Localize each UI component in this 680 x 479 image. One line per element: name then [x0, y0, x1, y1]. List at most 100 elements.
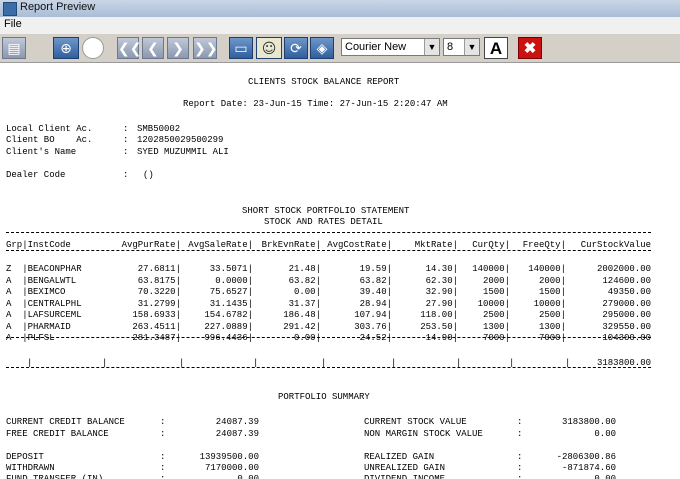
summary-label: CURRENT CREDIT BALANCE — [6, 417, 125, 427]
report-page: CLIENTS STOCK BALANCE REPORT Report Date… — [0, 63, 680, 479]
export-icon[interactable]: ◈ — [310, 37, 334, 59]
menu-file[interactable]: File — [4, 18, 22, 30]
table-cell: 0.0000| — [215, 275, 253, 286]
table-cell: 140000| — [528, 264, 566, 274]
window-title-bar: Report Preview — [0, 0, 680, 18]
divider — [6, 232, 651, 233]
summary-label: DIVIDEND INCOME — [364, 474, 446, 479]
table-cell: 10000| — [533, 298, 566, 309]
table-cell: 75.6527| — [209, 287, 253, 297]
table-cell: 14.90| — [425, 333, 458, 343]
colon: : — [160, 417, 166, 427]
table-cell: 28.94| — [359, 298, 392, 309]
table-cell: 2000| — [482, 275, 510, 286]
summary-value: 24087.39 — [215, 417, 259, 427]
table-cell: 49350.00 — [607, 287, 651, 297]
next-page-button[interactable]: ❯ — [167, 37, 189, 59]
table-cell: 14.30| — [425, 264, 458, 274]
table-cell: 154.6782| — [204, 310, 253, 320]
table-cell: A |CENTRALPHL — [6, 298, 82, 309]
table-cell: 227.0889| — [204, 321, 253, 332]
last-page-button[interactable]: ❯❯ — [193, 37, 217, 59]
table-cell: 140000| — [472, 264, 510, 274]
prev-page-button[interactable]: ❮ — [142, 37, 164, 59]
summary-value: 13939500.00 — [199, 452, 259, 462]
client-field-label: Client's Name — [6, 147, 77, 157]
summary-label: FREE CREDIT BALANCE — [6, 429, 109, 439]
menu-bar: File — [0, 17, 680, 35]
table-cell: 63.82| — [359, 275, 392, 286]
summary-value: 7170000.00 — [204, 463, 259, 473]
table-cell: 7000| — [538, 333, 566, 343]
summary-value: 3183800.00 — [561, 417, 616, 427]
table-cell: 124600.00 — [602, 275, 651, 286]
table-cell: 63.8175| — [137, 275, 181, 286]
table-cell: 31.37| — [288, 298, 321, 309]
zoom-icon[interactable]: ⊕ — [53, 37, 79, 59]
table-cell: 186.48| — [283, 310, 321, 320]
table-cell: 2500| — [538, 310, 566, 320]
table-cell: 281.3487| — [132, 333, 181, 343]
summary-value: -2806300.86 — [556, 452, 616, 462]
column-header: BrkEvnRate| — [261, 240, 321, 250]
summary-label: FUND TRANSFER (IN) — [6, 474, 104, 479]
dealer-code-value: () — [143, 170, 154, 180]
table-cell: 1500| — [482, 287, 510, 297]
section-title: SHORT STOCK PORTFOLIO STATEMENT — [242, 206, 410, 216]
table-cell: 329550.00 — [602, 321, 651, 332]
column-header: CurStockValue — [580, 240, 651, 250]
summary-label: NON MARGIN STOCK VALUE — [364, 429, 483, 439]
colon: : — [517, 429, 523, 439]
column-header: AvgCostRate| — [327, 240, 392, 250]
colon: : — [160, 452, 166, 462]
table-cell: 291.42| — [283, 321, 321, 332]
table-cell: 62.30| — [425, 275, 458, 286]
font-size-select[interactable]: 8 ▼ — [443, 38, 480, 56]
colon: : — [123, 135, 129, 145]
table-cell: 1300| — [482, 321, 510, 332]
table-cell: 24.52| — [359, 333, 392, 343]
table-cell: 253.50| — [420, 321, 458, 332]
table-cell: 7000| — [482, 333, 510, 343]
summary-label: REALIZED GAIN — [364, 452, 435, 462]
client-field-label: Local Client Ac. — [6, 124, 93, 134]
table-cell: 1500| — [538, 287, 566, 297]
window-title: Report Preview — [20, 1, 96, 13]
table-cell: 10000| — [477, 298, 510, 309]
table-cell: 31.2799| — [137, 298, 181, 309]
summary-value: 24087.39 — [215, 429, 259, 439]
folder-icon[interactable]: ▭ — [229, 37, 253, 59]
refresh-icon[interactable]: ⟳ — [284, 37, 308, 59]
summary-title: PORTFOLIO SUMMARY — [278, 392, 370, 402]
chevron-down-icon[interactable]: ▼ — [424, 39, 439, 55]
table-cell: 2500| — [482, 310, 510, 320]
close-preview-button[interactable]: ✖ — [518, 37, 542, 59]
record-icon[interactable] — [82, 37, 104, 59]
colon: : — [123, 147, 129, 157]
font-select[interactable]: Courier New ▼ — [341, 38, 440, 56]
divider — [6, 337, 651, 338]
bold-button[interactable]: A — [484, 37, 508, 59]
summary-value: 0.00 — [237, 474, 259, 479]
report-date-line: Report Date: 23-Jun-15 Time: 27-Jun-15 2… — [183, 99, 448, 109]
table-cell: 295000.00 — [602, 310, 651, 320]
summary-value: -871874.60 — [561, 463, 616, 473]
chevron-down-icon[interactable]: ▼ — [464, 39, 479, 55]
print-icon[interactable]: ▤ — [2, 37, 26, 59]
summary-label: WITHDRAWN — [6, 463, 55, 473]
column-header: Grp|InstCode — [6, 240, 71, 250]
first-page-button[interactable]: ❮❮ — [117, 37, 141, 59]
user-key-icon[interactable]: ☺ — [256, 37, 282, 59]
toolbar: ▤ ⊕ ❮❮ ❮ ❯ ❯❯ ▭ ☺ ⟳ ◈ Courier New ▼ 8 ▼ … — [0, 34, 680, 63]
table-cell: 1300| — [538, 321, 566, 332]
summary-value: 0.00 — [594, 474, 616, 479]
table-cell: 158.6933| — [132, 310, 181, 320]
colon: : — [160, 474, 166, 479]
colon: : — [123, 124, 129, 134]
font-size-value: 8 — [447, 41, 454, 53]
table-cell: 107.94| — [354, 310, 392, 320]
table-cell: 2000| — [538, 275, 566, 286]
client-field-value: SMB50002 — [137, 124, 181, 134]
client-field-label: Client BO Ac. — [6, 135, 93, 145]
table-cell: 19.59| — [359, 264, 392, 274]
